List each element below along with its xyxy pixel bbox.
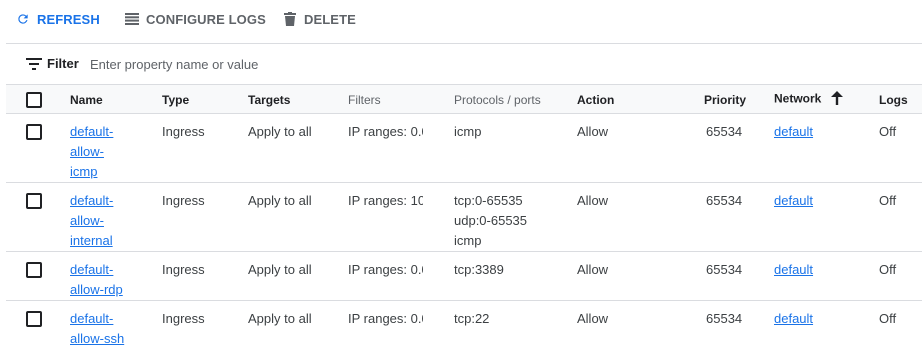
- column-header-protocols: Protocols / ports: [454, 93, 541, 107]
- rule-action: Allow: [577, 124, 609, 139]
- protocol-entry: tcp:0-65535: [454, 193, 523, 208]
- rule-protocols: icmp: [454, 122, 481, 142]
- configure-logs-label: CONFIGURE LOGS: [146, 11, 266, 27]
- rule-targets: Apply to all: [248, 262, 312, 277]
- rule-targets: Apply to all: [248, 311, 312, 326]
- rule-filters: IP ranges: 0.0.0.0/0: [348, 262, 423, 277]
- filter-input[interactable]: [90, 53, 390, 75]
- rule-action: Allow: [577, 193, 609, 208]
- rule-priority: 65534: [706, 193, 743, 208]
- rule-action: Allow: [577, 311, 609, 326]
- column-header-logs[interactable]: Logs: [879, 93, 908, 107]
- refresh-icon: [15, 11, 31, 27]
- rule-filters: IP ranges: 0.0.0.0/0: [348, 311, 423, 326]
- protocol-entry: udp:0-65535: [454, 213, 528, 228]
- rule-name-link[interactable]: default- allow-ssh: [70, 309, 124, 349]
- filter-label: Filter: [47, 56, 79, 71]
- filter-bar: Filter: [6, 44, 922, 84]
- rule-name-link[interactable]: default- allow- icmp: [70, 122, 113, 182]
- network-link[interactable]: default: [774, 309, 813, 329]
- rule-name-line: allow-: [70, 144, 104, 159]
- row-checkbox[interactable]: [26, 124, 42, 140]
- table-row: default- allow- internal Ingress Apply t…: [6, 183, 922, 252]
- rule-type: Ingress: [162, 193, 205, 208]
- rule-name-link[interactable]: default- allow- internal: [70, 191, 113, 251]
- rule-name-line: allow-ssh: [70, 331, 125, 346]
- rule-name-line: icmp: [70, 164, 98, 179]
- table-row: default- allow- icmp Ingress Apply to al…: [6, 114, 922, 183]
- rule-name-line: default-: [70, 124, 114, 139]
- rule-type: Ingress: [162, 124, 205, 139]
- column-header-type[interactable]: Type: [162, 93, 189, 107]
- rule-logs: Off: [879, 124, 897, 139]
- column-header-targets[interactable]: Targets: [248, 93, 290, 107]
- column-header-network-label: Network: [774, 91, 822, 106]
- refresh-button[interactable]: REFRESH: [15, 9, 100, 29]
- sort-ascending-icon: [830, 91, 843, 108]
- list-icon: [124, 11, 140, 27]
- delete-label: DELETE: [304, 11, 356, 27]
- rule-name-line: default-: [70, 262, 114, 277]
- protocol-entry: icmp: [454, 124, 482, 139]
- refresh-label: REFRESH: [37, 11, 100, 27]
- rule-name-line: allow-: [70, 213, 104, 228]
- column-header-network[interactable]: Network: [774, 91, 843, 108]
- network-link[interactable]: default: [774, 122, 813, 142]
- rule-protocols: tcp:0-65535 udp:0-65535 icmp: [454, 191, 527, 251]
- protocol-entry: icmp: [454, 233, 482, 248]
- trash-icon: [282, 11, 298, 27]
- column-header-action[interactable]: Action: [577, 93, 614, 107]
- rule-name-line: internal: [70, 233, 113, 248]
- rule-name-line: default-: [70, 311, 114, 326]
- rule-priority: 65534: [706, 262, 743, 277]
- rule-name-link[interactable]: default- allow-rdp: [70, 260, 123, 300]
- rule-filters: IP ranges: 10.128.0.0/9: [348, 193, 423, 208]
- protocol-entry: tcp:22: [454, 311, 490, 326]
- rule-priority: 65534: [706, 124, 743, 139]
- rule-filters: IP ranges: 0.0.0.0/0: [348, 124, 423, 139]
- rule-logs: Off: [879, 262, 897, 277]
- rule-protocols: tcp:3389: [454, 260, 504, 280]
- rule-action: Allow: [577, 262, 609, 277]
- rule-logs: Off: [879, 311, 897, 326]
- rule-type: Ingress: [162, 311, 205, 326]
- rule-protocols: tcp:22: [454, 309, 489, 329]
- table-header: Name Type Targets Filters Protocols / po…: [6, 84, 922, 114]
- protocol-entry: tcp:3389: [454, 262, 504, 277]
- row-checkbox[interactable]: [26, 262, 42, 278]
- rule-targets: Apply to all: [248, 193, 312, 208]
- rule-logs: Off: [879, 193, 897, 208]
- rule-priority: 65534: [706, 311, 743, 326]
- toolbar: REFRESH CONFIGURE LOGS DELETE: [0, 0, 922, 40]
- column-header-filters: Filters: [348, 93, 381, 107]
- column-header-priority[interactable]: Priority: [704, 93, 746, 107]
- rule-targets: Apply to all: [248, 124, 312, 139]
- row-checkbox[interactable]: [26, 193, 42, 209]
- configure-logs-button[interactable]: CONFIGURE LOGS: [124, 9, 266, 29]
- rule-type: Ingress: [162, 262, 205, 277]
- network-link[interactable]: default: [774, 191, 813, 211]
- delete-button[interactable]: DELETE: [282, 9, 356, 29]
- rule-name-line: default-: [70, 193, 114, 208]
- column-header-name[interactable]: Name: [70, 93, 103, 107]
- select-all-checkbox[interactable]: [26, 92, 42, 108]
- filter-icon: [26, 58, 42, 70]
- rule-name-line: allow-rdp: [70, 282, 123, 297]
- network-link[interactable]: default: [774, 260, 813, 280]
- row-checkbox[interactable]: [26, 311, 42, 327]
- table-row: default- allow-rdp Ingress Apply to all …: [6, 252, 922, 301]
- table-row: default- allow-ssh Ingress Apply to all …: [6, 301, 922, 349]
